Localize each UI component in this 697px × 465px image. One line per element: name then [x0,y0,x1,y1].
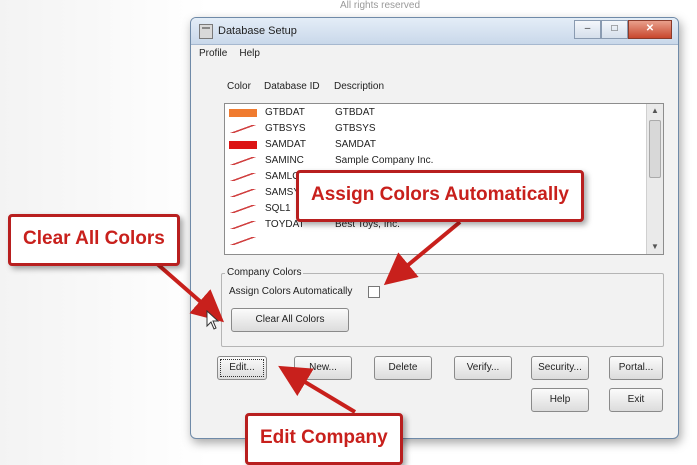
callout-assign-colors: Assign Colors Automatically [296,170,584,222]
callout-edit-company: Edit Company [245,413,403,465]
callout-edit-text: Edit Company [260,427,388,448]
arrow-assign [383,220,462,286]
callout-assign-text: Assign Colors Automatically [311,184,569,205]
callout-clear-text: Clear All Colors [23,228,165,249]
mouse-cursor-icon [206,310,220,330]
callout-clear-colors: Clear All Colors [8,214,180,266]
arrow-clear [153,260,225,323]
arrow-edit [278,365,357,414]
